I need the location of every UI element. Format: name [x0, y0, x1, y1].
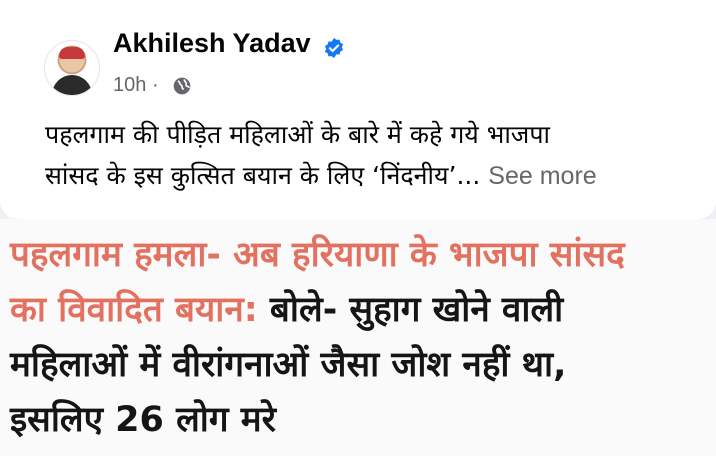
see-more-link[interactable]: See more [488, 162, 596, 190]
image-headline: पहलगाम हमला- अब हरियाणा के भाजपा सांसद क… [10, 228, 710, 448]
author-name[interactable]: Akhilesh Yadav [113, 28, 311, 59]
post-text-line-1: पहलगाम की पीड़ित महिलाओं के बारे में कहे… [45, 120, 551, 149]
headline-dark-segment: बोले- सुहाग खोने वाली [257, 290, 564, 330]
post-text-line-2: सांसद के इस कुत्सित बयान के लिए ‘निंदनीय… [45, 161, 597, 190]
globe-icon [173, 77, 191, 95]
headline-line-1: पहलगाम हमला- अब हरियाणा के भाजपा सांसद [10, 235, 625, 275]
meta-separator: · [151, 74, 159, 96]
post-meta: 10h · [113, 74, 159, 97]
headline-red-segment: का विवादित बयान: [10, 290, 258, 330]
verified-badge-icon [324, 37, 344, 59]
headline-line-4: इसलिए 26 लोग मरे [10, 400, 277, 440]
post-text: पहलगाम की पीड़ित महिलाओं के बारे में कहे… [45, 114, 685, 197]
post-time[interactable]: 10h [113, 74, 146, 96]
headline-line-2: का विवादित बयान: बोले- सुहाग खोने वाली [10, 283, 710, 338]
author-avatar[interactable] [44, 40, 100, 96]
facebook-post-card: Akhilesh Yadav 10h · पहलगाम की पीड़ित मह… [0, 0, 716, 219]
headline-line-3: महिलाओं में वीरांगनाओं जैसा जोश नहीं था, [10, 345, 567, 385]
